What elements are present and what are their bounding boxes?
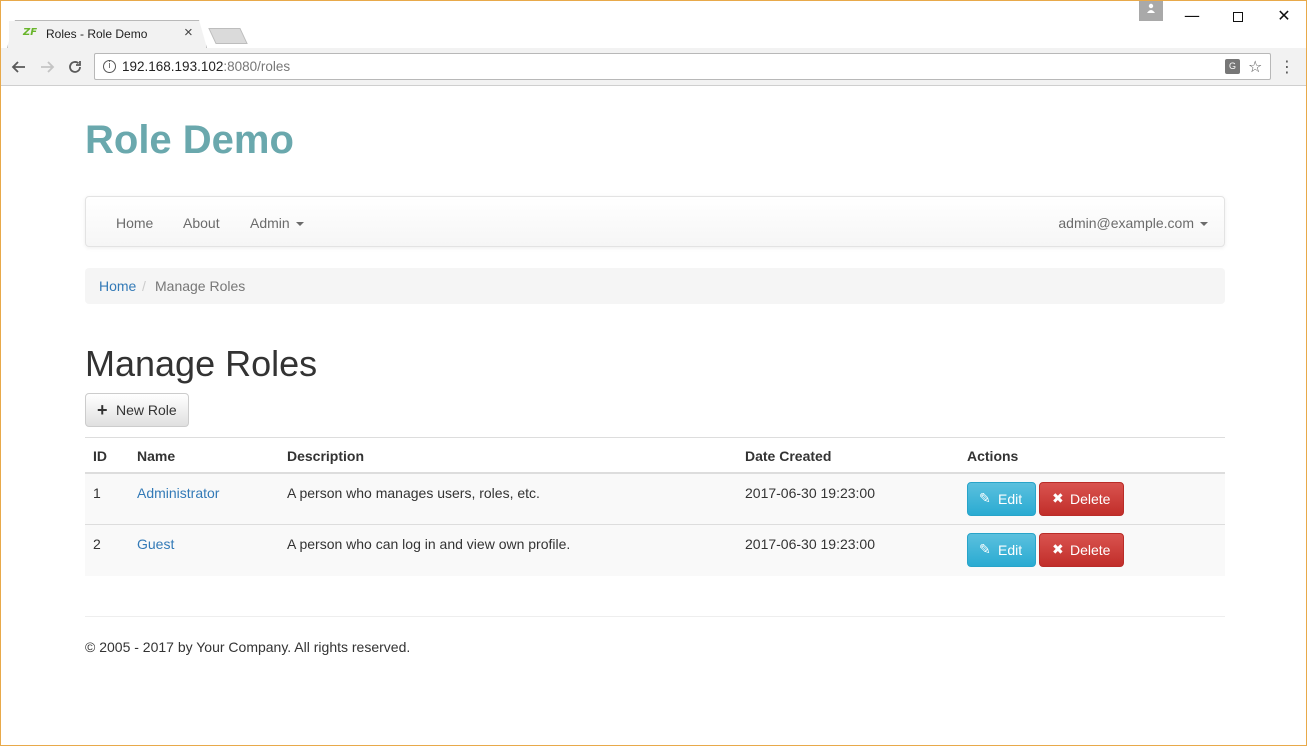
footer-divider [85,616,1225,617]
table-row: 2 Guest A person who can log in and view… [85,525,1225,576]
cell-description: A person who manages users, roles, etc. [287,485,540,501]
caret-down-icon [1200,222,1208,227]
new-role-label: New Role [116,402,177,418]
nav-user-dropdown[interactable]: admin@example.com [1058,214,1208,232]
role-name-link[interactable]: Guest [137,536,174,553]
tab-strip: ZF Roles - Role Demo × — ✕ [1,1,1306,48]
cell-id: 2 [93,536,101,552]
zf-favicon-icon: ZF [23,27,38,38]
window-maximize-button[interactable] [1215,1,1261,31]
cell-date-created: 2017-06-30 19:23:00 [745,485,875,501]
new-tab-button[interactable] [208,28,248,44]
arrow-left-icon[interactable] [7,55,31,79]
nav-admin-label: Admin [250,215,290,231]
table-row: 1 Administrator A person who manages use… [85,474,1225,525]
nav-admin-dropdown[interactable]: Admin [250,214,304,232]
cell-description: A person who can log in and view own pro… [287,536,571,552]
tab-close-icon[interactable]: × [184,25,193,41]
pencil-icon: ✎ [979,491,991,507]
remove-icon: ✖ [1052,491,1064,507]
nav-about-link[interactable]: About [183,214,220,232]
breadcrumb-current: Manage Roles [155,278,246,294]
breadcrumb-separator: / [142,278,146,294]
remove-icon: ✖ [1052,542,1064,558]
maximize-icon [1233,11,1243,22]
delete-label: Delete [1070,491,1111,507]
nav-user-label: admin@example.com [1058,215,1194,231]
tab-title[interactable]: Roles - Role Demo [46,27,147,41]
pencil-icon: ✎ [979,542,991,558]
url-host: 192.168.193.102 [122,59,224,74]
address-bar[interactable]: i 192.168.193.102:8080/roles G ☆ [94,53,1271,80]
plus-icon: + [97,400,108,420]
cell-date-created: 2017-06-30 19:23:00 [745,536,875,552]
reload-icon[interactable] [63,55,87,79]
new-role-button[interactable]: + New Role [85,393,189,427]
translate-icon[interactable]: G [1225,59,1240,74]
window-close-button[interactable]: ✕ [1261,1,1306,31]
top-navbar: Home About Admin admin@example.com [85,196,1225,247]
edit-label: Edit [998,491,1023,507]
nav-home-link[interactable]: Home [116,214,153,232]
browser-toolbar: i 192.168.193.102:8080/roles G ☆ ⋮ [1,48,1306,86]
url-text[interactable]: 192.168.193.102:8080/roles [122,59,290,75]
info-icon[interactable]: i [103,60,116,73]
edit-button[interactable]: ✎ Edit [967,533,1036,567]
role-name-link[interactable]: Administrator [137,485,219,502]
cell-id: 1 [93,485,101,501]
url-path: :8080/roles [223,59,291,74]
edit-button[interactable]: ✎ Edit [967,482,1036,516]
breadcrumb-home-link[interactable]: Home [99,278,136,295]
header-date-created: Date Created [745,448,832,464]
header-id: ID [93,448,107,464]
breadcrumb: Home / Manage Roles [85,268,1225,304]
kebab-menu-icon[interactable]: ⋮ [1279,57,1295,77]
site-title: Role Demo [85,118,294,162]
header-actions: Actions [967,448,1019,464]
header-description: Description [287,448,365,464]
star-icon[interactable]: ☆ [1248,57,1262,77]
table-header: ID Name Description Date Created Actions [85,437,1225,474]
person-icon[interactable] [1139,1,1163,21]
arrow-right-icon[interactable] [35,55,59,79]
page-content: Role Demo Home About Admin admin@example… [1,86,1306,745]
header-name: Name [137,448,176,464]
edit-label: Edit [998,542,1023,558]
caret-down-icon [295,222,304,227]
page-title: Manage Roles [85,343,318,384]
delete-button[interactable]: ✖ Delete [1039,482,1124,516]
browser-window: ZF Roles - Role Demo × — ✕ i 192.168.193… [0,0,1307,746]
delete-button[interactable]: ✖ Delete [1039,533,1124,567]
window-minimize-button[interactable]: — [1169,1,1215,31]
footer-copyright: © 2005 - 2017 by Your Company. All right… [85,639,411,655]
delete-label: Delete [1070,542,1111,558]
